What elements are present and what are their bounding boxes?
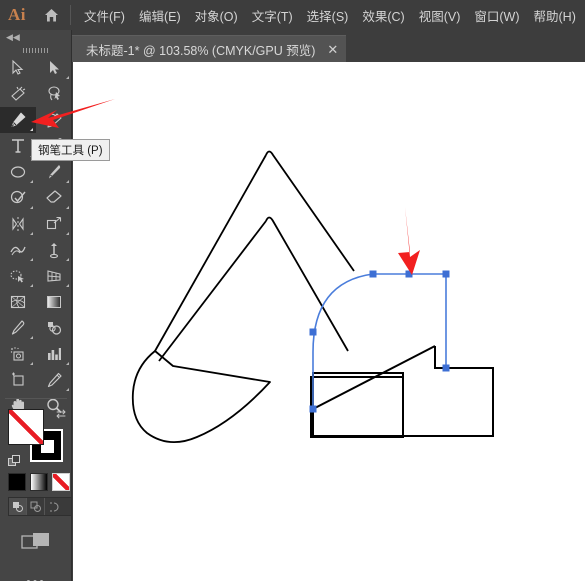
menu-effect[interactable]: 效果(C) — [355, 2, 411, 29]
anchor-point — [309, 328, 317, 336]
tool-shaper[interactable] — [0, 185, 36, 211]
tool-blend[interactable] — [36, 315, 72, 341]
tool-symbol-sprayer[interactable] — [0, 341, 36, 367]
swap-fill-stroke-icon[interactable]: ⇄ — [56, 407, 66, 421]
menu-file[interactable]: 文件(F) — [77, 2, 132, 29]
tool-shape-builder[interactable] — [0, 263, 36, 289]
draw-inside-mode[interactable] — [45, 498, 63, 515]
tool-grid — [0, 55, 71, 419]
draw-behind-mode[interactable] — [27, 498, 45, 515]
menu-bar: Ai 文件(F) 编辑(E) 对象(O) 文字(T) 选择(S) 效果(C) 视… — [0, 0, 585, 30]
ai-logo: Ai — [8, 5, 26, 24]
screen-mode-button[interactable] — [0, 532, 72, 554]
section-divider — [5, 398, 67, 399]
menu-window[interactable]: 窗口(W) — [467, 2, 526, 29]
tool-direct-selection[interactable] — [36, 55, 72, 81]
drawing-modes — [8, 497, 72, 516]
swatch-gradient[interactable] — [30, 473, 48, 491]
menu-object[interactable]: 对象(O) — [188, 2, 245, 29]
close-icon[interactable]: ✕ — [327, 43, 338, 56]
document-tab[interactable]: 未标题-1* @ 103.58% (CMYK/GPU 预览) ✕ — [72, 35, 347, 62]
menu-view[interactable]: 视图(V) — [412, 2, 468, 29]
anchor-point — [369, 270, 377, 278]
tool-gradient[interactable] — [36, 289, 72, 315]
arrow-to-selected-path — [398, 207, 420, 275]
fill-stroke-section: ⇄ — [0, 398, 72, 581]
menu-divider — [70, 5, 71, 25]
tool-eraser[interactable] — [36, 185, 72, 211]
excavator-arm-outline[interactable] — [154, 150, 355, 362]
tool-curvature[interactable] — [36, 107, 72, 133]
tool-width[interactable] — [0, 237, 36, 263]
tool-pen[interactable] — [0, 107, 36, 133]
tool-eyedropper[interactable] — [0, 315, 36, 341]
tool-tooltip: 钢笔工具 (P) — [31, 139, 110, 161]
cab-roof-selected-path[interactable] — [309, 270, 450, 413]
menu-edit[interactable]: 编辑(E) — [132, 2, 188, 29]
canvas-artwork — [131, 150, 494, 443]
menu-help[interactable]: 帮助(H) — [527, 2, 583, 29]
menu-type[interactable]: 文字(T) — [245, 2, 300, 29]
tools-panel: ◀◀ ⇄ — [0, 30, 72, 581]
cab-body-outline[interactable] — [312, 372, 404, 438]
color-mode-swatches — [8, 473, 72, 491]
tool-free-transform[interactable] — [36, 237, 72, 263]
excavator-bucket-outline[interactable] — [131, 350, 271, 443]
tool-artboard[interactable] — [0, 367, 36, 393]
fill-swatch[interactable] — [8, 409, 44, 445]
tool-selection[interactable] — [0, 55, 36, 81]
draw-normal-mode[interactable] — [9, 498, 27, 515]
tool-mesh[interactable] — [0, 289, 36, 315]
tool-paintbrush[interactable] — [36, 159, 72, 185]
tool-column-graph[interactable] — [36, 341, 72, 367]
fill-stroke-controls: ⇄ — [8, 407, 72, 469]
menu-select[interactable]: 选择(S) — [300, 2, 356, 29]
illustrator-window: Ai 文件(F) 编辑(E) 对象(O) 文字(T) 选择(S) 效果(C) 视… — [0, 0, 585, 581]
default-fill-stroke-icon[interactable] — [8, 455, 21, 468]
anchor-point — [442, 364, 450, 372]
tool-perspective-grid[interactable] — [36, 263, 72, 289]
more-options-icon[interactable]: ••• — [0, 574, 72, 581]
tool-lasso[interactable] — [36, 81, 72, 107]
home-icon[interactable] — [34, 0, 68, 30]
tool-rotate[interactable] — [0, 211, 36, 237]
tool-ellipse[interactable] — [0, 159, 36, 185]
swatch-none[interactable] — [52, 473, 70, 491]
document-tab-bar: 未标题-1* @ 103.58% (CMYK/GPU 预览) ✕ — [72, 30, 585, 62]
swatch-color[interactable] — [8, 473, 26, 491]
tool-slice[interactable] — [36, 367, 72, 393]
anchor-point — [309, 405, 317, 413]
artboard-canvas[interactable] — [73, 62, 585, 581]
document-tab-title: 未标题-1* @ 103.58% (CMYK/GPU 预览) — [86, 43, 316, 58]
panel-drag-handle[interactable] — [0, 45, 71, 55]
collapse-panel-icon[interactable]: ◀◀ — [0, 30, 71, 45]
tool-scale[interactable] — [36, 211, 72, 237]
tool-magic-wand[interactable] — [0, 81, 36, 107]
anchor-point — [442, 270, 450, 278]
